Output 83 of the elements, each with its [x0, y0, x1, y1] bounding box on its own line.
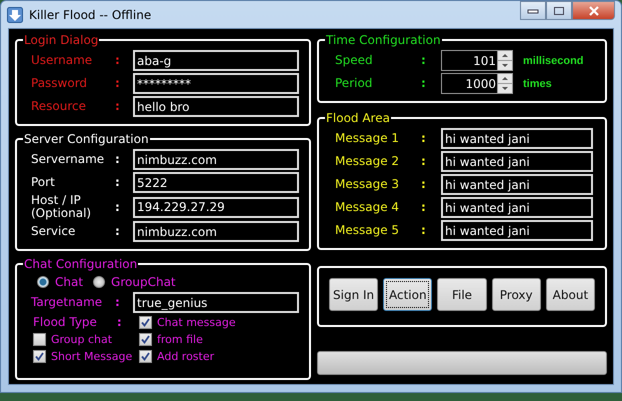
checkbox-option[interactable]: Short Message: [33, 348, 139, 364]
panel-title: Time Configuration: [325, 33, 442, 47]
checkbox-option[interactable]: Chat message: [139, 314, 299, 330]
field-label: Message 3: [335, 178, 400, 191]
text-field[interactable]: hello bro: [133, 96, 299, 117]
field-label: Resource: [31, 100, 88, 113]
checkbox[interactable]: [139, 332, 152, 346]
panel-title: Chat Configuration: [23, 257, 138, 271]
colon: :: [421, 54, 427, 67]
field-label: Message 2: [335, 155, 400, 168]
checkbox[interactable]: [139, 350, 152, 362]
colon: :: [116, 316, 122, 328]
panel-title: Server Configuration: [23, 132, 150, 146]
close-icon: [588, 6, 600, 16]
action-button[interactable]: Sign In: [329, 278, 378, 311]
field-label: Message 1: [335, 132, 400, 145]
number-field[interactable]: 1000: [441, 73, 497, 94]
field-label: Flood Type: [33, 316, 97, 328]
text-field[interactable]: aba-g: [133, 50, 299, 71]
colon: :: [421, 178, 427, 191]
maximize-button[interactable]: [546, 1, 572, 20]
message-field[interactable]: hi wanted jani: [441, 151, 593, 172]
panel-title: Flood Area: [325, 111, 391, 125]
field-label: Message 5: [335, 224, 400, 237]
field-label: Targetname: [31, 296, 104, 309]
unit-label: millisecond: [523, 54, 584, 66]
action-button[interactable]: About: [546, 278, 596, 311]
checkbox[interactable]: [33, 350, 46, 362]
text-field[interactable]: 5222: [133, 172, 299, 193]
action-button[interactable]: File: [437, 278, 487, 311]
colon: :: [115, 54, 121, 67]
action-button[interactable]: Action: [383, 278, 432, 311]
number-field[interactable]: 101: [441, 50, 497, 71]
close-button[interactable]: [572, 1, 615, 20]
colon: :: [421, 77, 427, 90]
field-label: Speed: [335, 54, 374, 67]
checkbox-option[interactable]: from file: [139, 331, 299, 347]
field-label: Username: [31, 54, 94, 67]
action-button[interactable]: Proxy: [492, 278, 541, 311]
checkbox[interactable]: [33, 332, 46, 346]
colon: :: [421, 224, 427, 237]
radio-option[interactable]: Chat: [37, 275, 84, 289]
text-field[interactable]: true_genius: [133, 292, 299, 313]
panel-title: Login Dialog: [23, 33, 100, 47]
message-field[interactable]: hi wanted jani: [441, 220, 593, 241]
field-label: Servername: [31, 153, 106, 166]
field-label: Service: [31, 225, 76, 238]
unit-label: times: [523, 78, 552, 90]
window-title: Killer Flood -- Offline: [29, 8, 152, 22]
minimize-button[interactable]: [520, 1, 546, 20]
checkbox[interactable]: [139, 316, 152, 328]
colon: :: [115, 153, 121, 166]
radio-icon[interactable]: [37, 276, 49, 288]
spin-arrows-icon[interactable]: [497, 50, 513, 71]
text-field[interactable]: 194.229.27.29: [133, 196, 299, 218]
field-label: Period: [335, 77, 374, 90]
field-label: Host / IP (Optional): [31, 194, 92, 220]
radio-icon[interactable]: [93, 276, 106, 288]
text-field[interactable]: *********: [133, 73, 299, 94]
text-field[interactable]: nimbuzz.com: [133, 221, 299, 242]
field-label: Port: [31, 176, 56, 189]
colon: :: [421, 132, 427, 145]
message-field[interactable]: hi wanted jani: [441, 128, 593, 149]
spin-arrows-icon[interactable]: [497, 73, 513, 94]
colon: :: [115, 200, 121, 214]
radio-option[interactable]: GroupChat: [93, 275, 176, 289]
colon: :: [115, 225, 121, 238]
colon: :: [421, 155, 427, 168]
colon: :: [115, 176, 121, 189]
down-arrow-icon: [7, 6, 23, 22]
minimize-icon: [527, 8, 539, 14]
field-label: Password: [31, 77, 88, 90]
checkbox-option[interactable]: Add roster: [139, 348, 299, 364]
field-label: Message 4: [335, 201, 400, 214]
colon: :: [115, 100, 121, 113]
text-field[interactable]: nimbuzz.com: [133, 149, 299, 170]
message-field[interactable]: hi wanted jani: [441, 197, 593, 218]
colon: :: [115, 77, 121, 90]
colon: :: [421, 201, 427, 214]
colon: :: [115, 296, 121, 309]
message-field[interactable]: hi wanted jani: [441, 174, 593, 195]
maximize-icon: [553, 6, 565, 16]
checkbox-option[interactable]: Group chat: [33, 331, 139, 347]
